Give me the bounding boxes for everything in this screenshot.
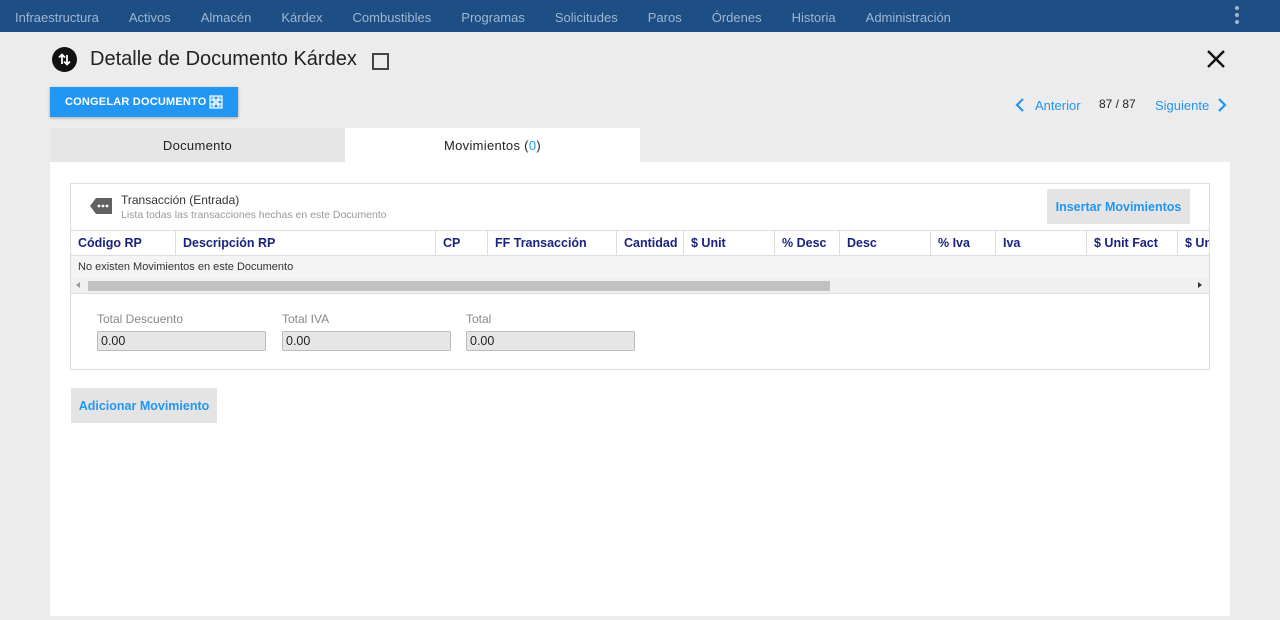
transactions-card: Transacción (Entrada) Lista todas las tr… <box>70 183 1210 370</box>
nav-item-solicitudes[interactable]: Solicitudes <box>540 0 633 32</box>
column-header[interactable]: CP <box>436 231 488 255</box>
total-iva-field[interactable] <box>282 331 451 351</box>
scroll-left-icon[interactable] <box>76 282 80 288</box>
nav-item-historia[interactable]: Historia <box>777 0 851 32</box>
horizontal-scrollbar[interactable] <box>71 278 1209 294</box>
freeze-button-label: CONGELAR DOCUMENTO <box>65 96 207 108</box>
nav-item-ordenes[interactable]: Órdenes <box>697 0 777 32</box>
total-discount-field[interactable] <box>97 331 266 351</box>
card-subtitle: Lista todas las transacciones hechas en … <box>121 209 387 221</box>
scroll-right-icon[interactable] <box>1198 282 1202 288</box>
column-header[interactable]: Descripción RP <box>176 231 436 255</box>
column-header[interactable]: % Desc <box>775 231 840 255</box>
nav-item-activos[interactable]: Activos <box>114 0 186 32</box>
column-header[interactable]: Cantidad <box>617 231 684 255</box>
empty-grid-message: No existen Movimientos en este Documento <box>71 256 1209 278</box>
column-header[interactable]: Iva <box>996 231 1087 255</box>
select-checkbox[interactable] <box>372 53 389 70</box>
top-nav: Infraestructura Activos Almacén Kárdex C… <box>0 0 1280 32</box>
tag-icon <box>90 198 112 214</box>
tab-movimientos-close: ) <box>536 137 541 153</box>
insert-movements-button[interactable]: Insertar Movimientos <box>1047 189 1190 224</box>
nav-item-combustibles[interactable]: Combustibles <box>338 0 447 32</box>
chevron-left-icon <box>1015 98 1024 112</box>
page-title: Detalle de Documento Kárdex <box>90 48 357 70</box>
scrollbar-thumb[interactable] <box>88 281 830 291</box>
nav-item-kardex[interactable]: Kárdex <box>266 0 337 32</box>
pager-count: 87 / 87 <box>1099 97 1136 111</box>
card-title: Transacción (Entrada) <box>121 193 240 207</box>
previous-button[interactable]: Anterior <box>1015 96 1081 114</box>
total-field[interactable] <box>466 331 635 351</box>
chevron-right-icon <box>1218 98 1227 112</box>
more-vertical-icon[interactable] <box>1234 6 1240 24</box>
total-label: Total <box>466 312 492 326</box>
column-header[interactable]: Código RP <box>71 231 176 255</box>
next-button[interactable]: Siguiente <box>1155 96 1227 114</box>
tab-movimientos-label: Movimientos ( <box>444 137 529 153</box>
tab-movimientos-count: 0 <box>528 137 537 153</box>
column-header[interactable]: $ Unit <box>684 231 775 255</box>
freeze-document-button[interactable]: CONGELAR DOCUMENTO <box>50 87 238 117</box>
column-header[interactable]: $ Un <box>1178 231 1209 255</box>
column-header[interactable]: $ Unit Fact <box>1087 231 1178 255</box>
column-header[interactable]: FF Transacción <box>488 231 617 255</box>
next-label: Siguiente <box>1155 97 1210 113</box>
tab-movimientos[interactable]: Movimientos (0) <box>345 128 640 162</box>
previous-label: Anterior <box>1035 97 1081 113</box>
add-movement-button[interactable]: Adicionar Movimiento <box>71 388 217 423</box>
grid-header: Código RP Descripción RP CP FF Transacci… <box>71 230 1209 256</box>
close-icon[interactable] <box>1203 46 1229 72</box>
nav-item-almacen[interactable]: Almacén <box>186 0 267 32</box>
nav-item-paros[interactable]: Paros <box>633 0 697 32</box>
column-header[interactable]: % Iva <box>931 231 996 255</box>
total-discount-label: Total Descuento <box>97 312 184 326</box>
column-header[interactable]: Desc <box>840 231 931 255</box>
nav-item-administracion[interactable]: Administración <box>851 0 966 32</box>
tab-documento[interactable]: Documento <box>50 128 345 162</box>
freeze-grid-icon <box>209 95 223 109</box>
nav-item-programas[interactable]: Programas <box>446 0 540 32</box>
nav-item-infraestructura[interactable]: Infraestructura <box>0 0 114 32</box>
total-iva-label: Total IVA <box>282 312 330 326</box>
transfer-arrows-icon <box>52 47 77 72</box>
